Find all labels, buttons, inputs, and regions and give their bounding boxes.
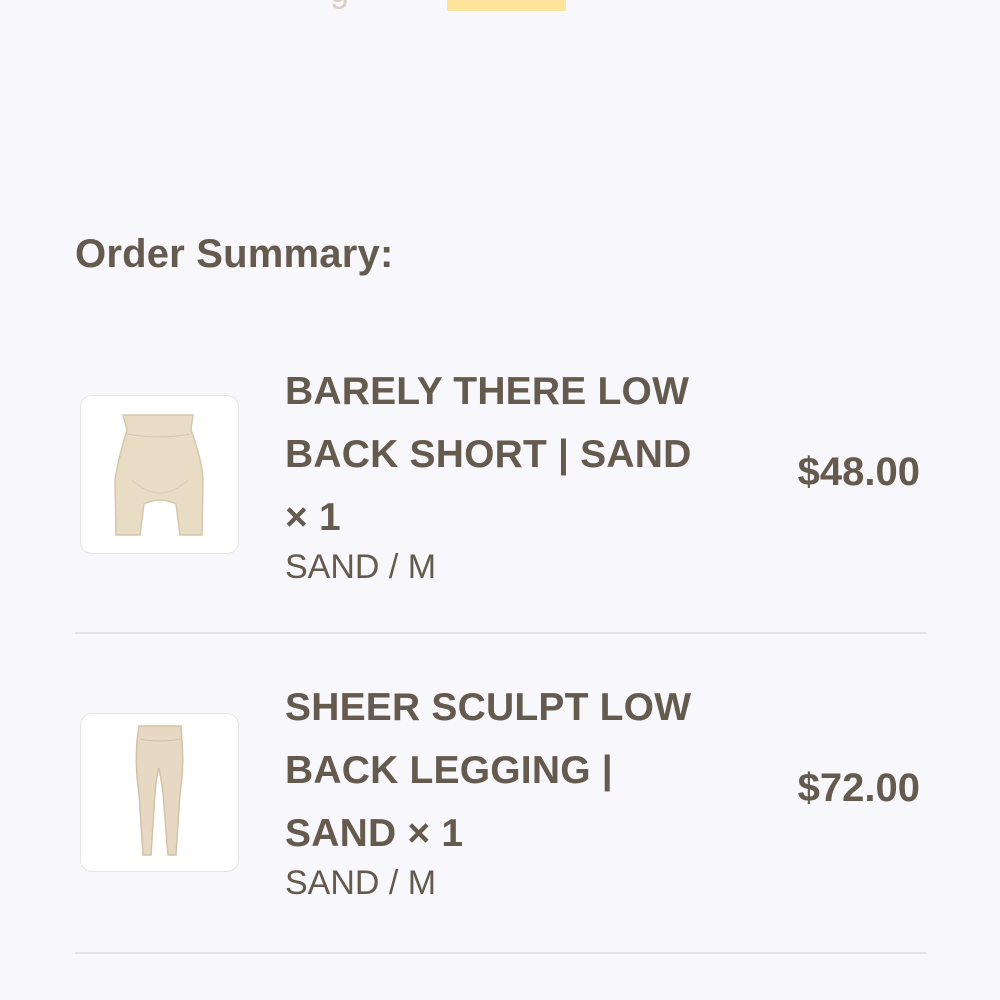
order-summary-title: Order Summary: bbox=[75, 232, 394, 276]
product-thumbnail bbox=[80, 395, 239, 554]
product-name: BARELY THERE LOW BACK SHORT | SAND × 1 bbox=[285, 370, 692, 539]
order-summary-page: g Order Summary: BARELY THERE LOW BACK S… bbox=[0, 0, 1000, 1000]
product-variant: SAND / M bbox=[285, 864, 437, 902]
product-thumbnail bbox=[80, 713, 239, 872]
order-item: BARELY THERE LOW BACK SHORT | SAND × 1 S… bbox=[75, 360, 926, 634]
shorts-product-icon bbox=[113, 413, 204, 536]
order-item: SHEER SCULPT LOW BACK LEGGING | SAND × 1… bbox=[75, 676, 926, 954]
product-price: $72.00 bbox=[797, 766, 920, 810]
legging-product-icon bbox=[135, 724, 183, 856]
item-divider bbox=[75, 632, 926, 634]
item-divider bbox=[75, 952, 926, 954]
product-name: SHEER SCULPT LOW BACK LEGGING | SAND × 1 bbox=[285, 686, 692, 855]
cropped-highlight-banner bbox=[447, 0, 566, 11]
product-variant: SAND / M bbox=[285, 548, 437, 586]
product-price: $48.00 bbox=[797, 450, 920, 494]
cropped-header-text: g bbox=[330, 0, 349, 11]
